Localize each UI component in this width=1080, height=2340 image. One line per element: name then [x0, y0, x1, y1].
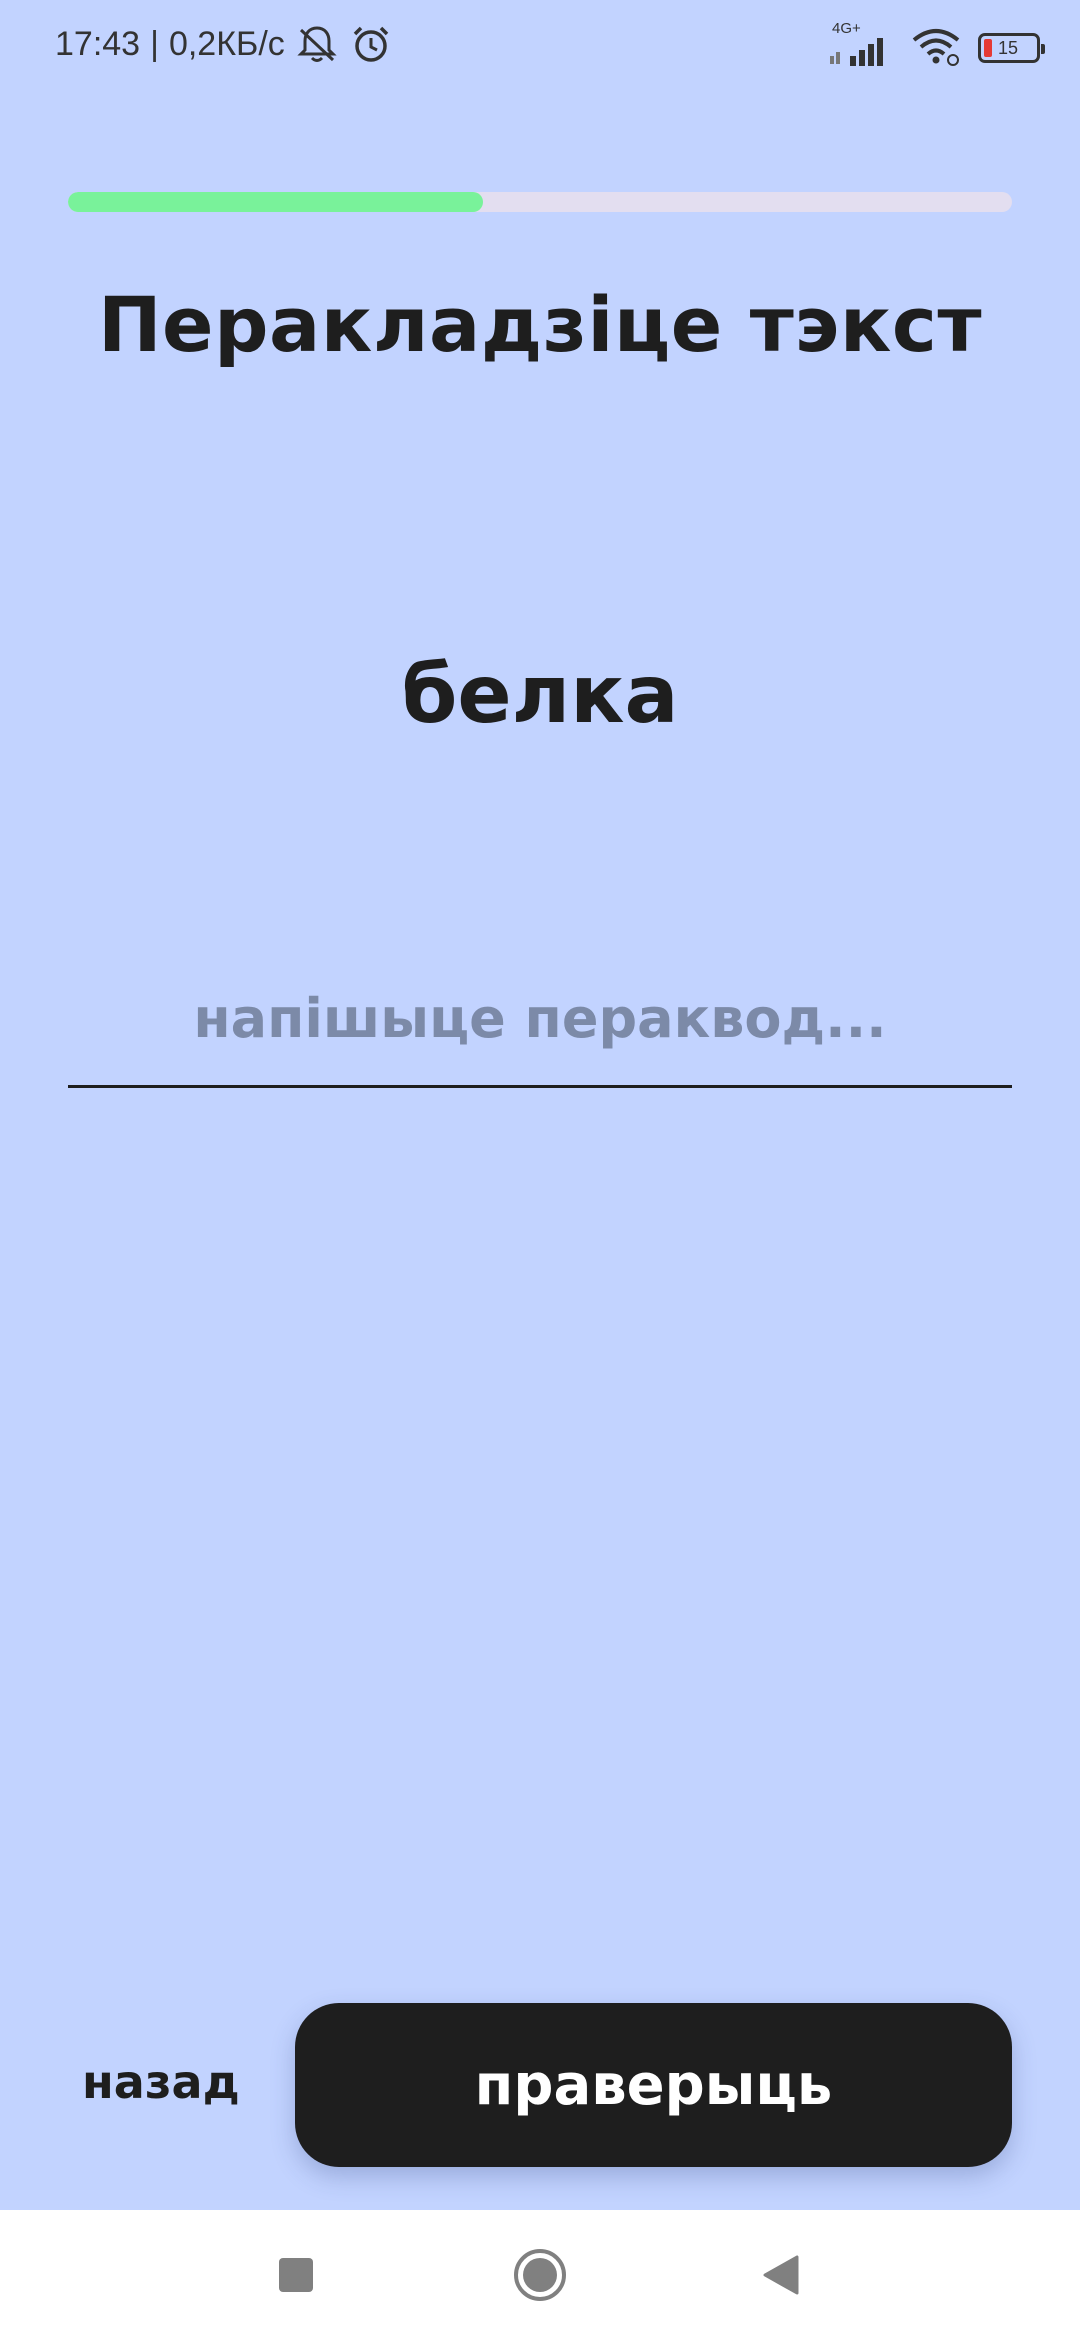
status-left: 17:43 | 0,2КБ/с — [55, 22, 393, 66]
recent-apps-icon — [276, 2255, 316, 2295]
home-button[interactable] — [497, 2232, 583, 2318]
back-button[interactable]: назад — [82, 2055, 240, 2109]
battery-level — [984, 39, 992, 57]
status-time: 17:43 — [55, 24, 141, 63]
navigation-bar — [0, 2210, 1080, 2340]
recent-apps-button[interactable] — [253, 2232, 339, 2318]
alarm-icon — [349, 22, 393, 66]
source-word: белка — [401, 648, 679, 741]
back-icon — [759, 2253, 801, 2297]
progress-bar — [68, 192, 1012, 212]
status-right: 4G+ 15 — [828, 20, 1045, 72]
translation-input[interactable] — [68, 970, 1012, 1088]
home-icon — [512, 2247, 568, 2303]
battery-icon: 15 — [978, 33, 1045, 63]
network-speed: 0,2КБ/с — [168, 24, 285, 63]
battery-percent: 15 — [998, 37, 1019, 58]
system-back-button[interactable] — [737, 2232, 823, 2318]
status-separator: | — [150, 24, 159, 63]
network-type: 4G+ — [832, 20, 861, 37]
signal-icon: 4G+ — [828, 20, 894, 70]
status-bar: 17:43 | 0,2КБ/с 4G+ 15 — [0, 0, 1080, 96]
exercise-title: Перакладзіце тэкст — [97, 280, 983, 369]
mute-notifications-icon — [295, 22, 339, 66]
wifi-icon — [910, 24, 962, 72]
progress-fill — [68, 192, 484, 212]
check-button[interactable]: праверыць — [295, 2003, 1012, 2167]
